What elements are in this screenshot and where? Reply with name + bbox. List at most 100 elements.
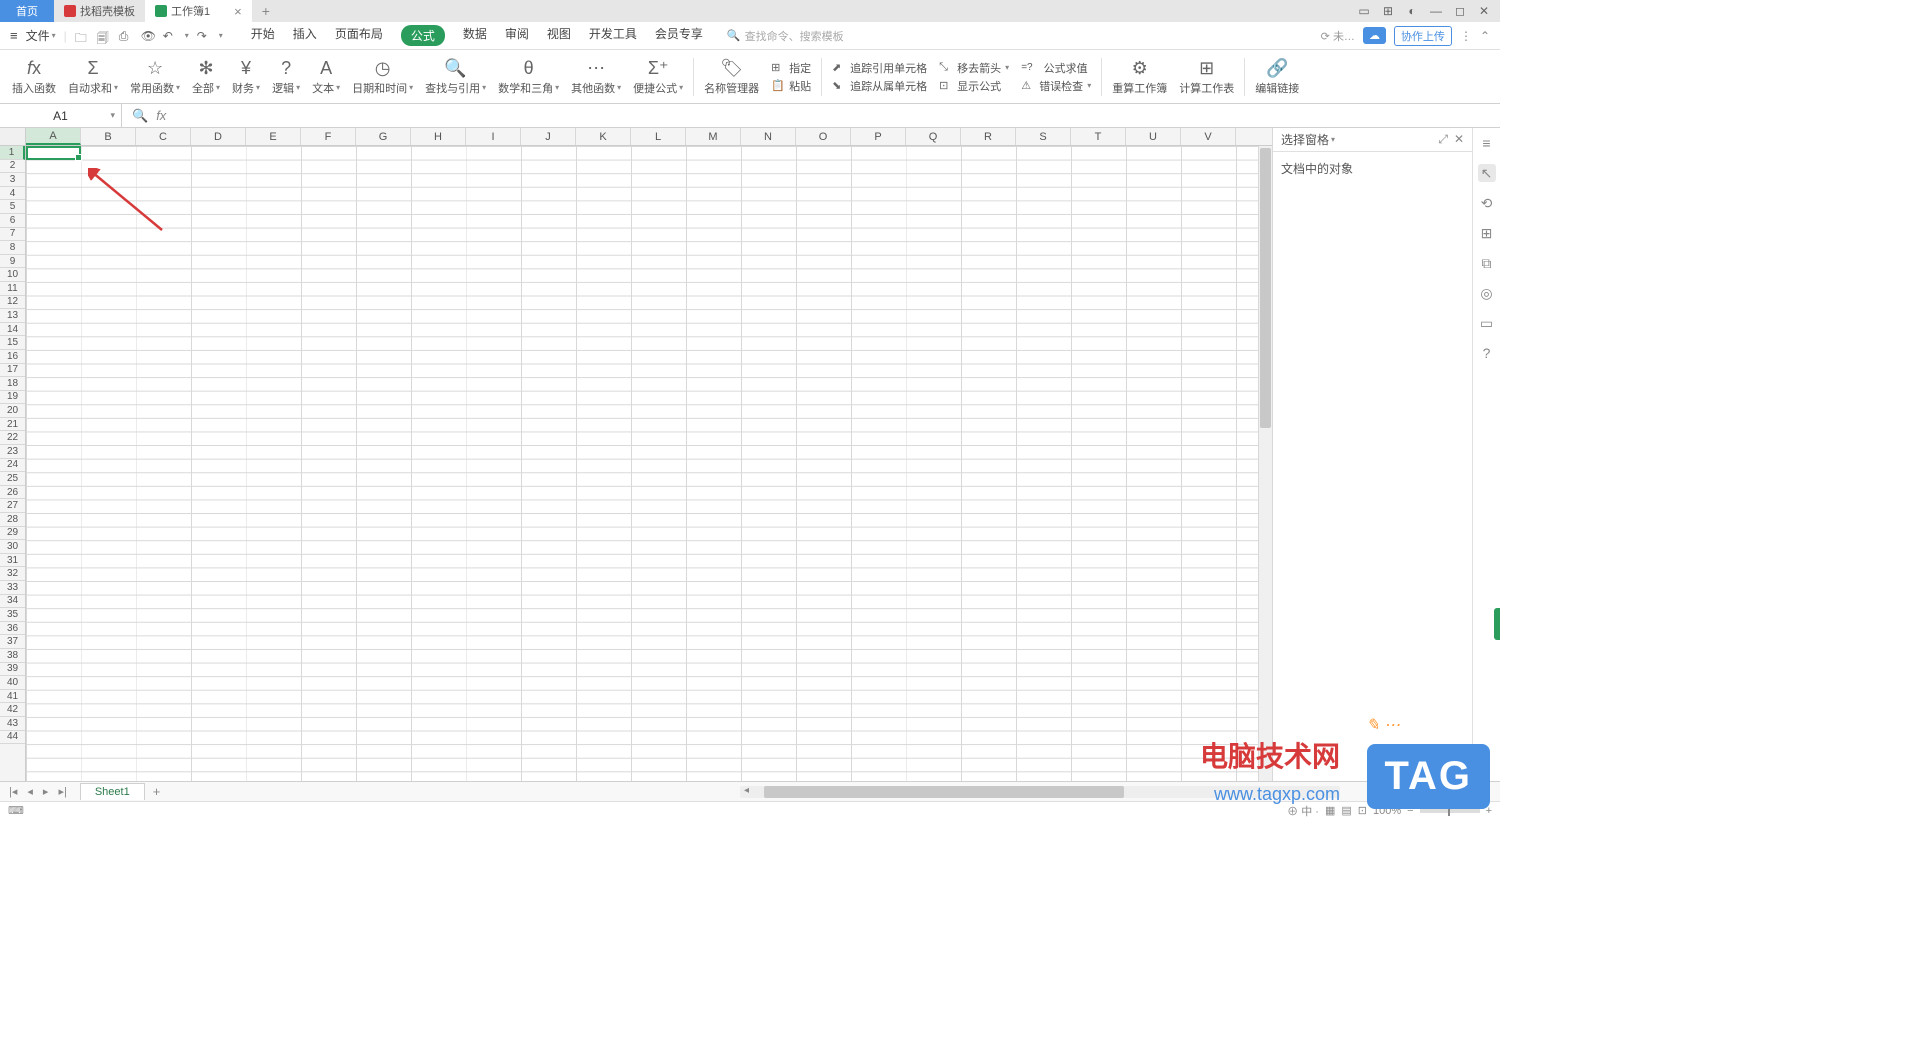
upload-button[interactable]: 协作上传 <box>1394 26 1452 46</box>
maximize-icon[interactable]: ◻ <box>1452 3 1468 19</box>
active-cell[interactable] <box>26 146 81 160</box>
row-header-33[interactable]: 33 <box>0 581 25 595</box>
row-header-2[interactable]: 2 <box>0 160 25 174</box>
quick-formula-button[interactable]: Σ⁺ 便捷公式▾ <box>627 50 689 103</box>
menu-icon[interactable]: ≡ <box>10 28 18 43</box>
row-header-10[interactable]: 10 <box>0 268 25 282</box>
math-fn-button[interactable]: θ 数学和三角▾ <box>492 50 565 103</box>
paste-button[interactable]: 📋粘贴 <box>771 78 811 94</box>
strip-help-icon[interactable]: ? <box>1478 344 1496 362</box>
row-header-8[interactable]: 8 <box>0 241 25 255</box>
save-icon[interactable]: 🗀 <box>75 29 89 43</box>
designate-button[interactable]: ⊞指定 <box>771 60 811 76</box>
strip-settings-icon[interactable]: ⟲ <box>1478 194 1496 212</box>
recalc-book-button[interactable]: ⚙ 重算工作簿 <box>1106 50 1173 103</box>
logic-fn-button[interactable]: ? 逻辑▾ <box>266 50 306 103</box>
row-header-11[interactable]: 11 <box>0 282 25 296</box>
col-header-G[interactable]: G <box>356 128 411 145</box>
file-menu[interactable]: 文件 ▾ <box>26 27 56 44</box>
row-header-13[interactable]: 13 <box>0 309 25 323</box>
row-header-27[interactable]: 27 <box>0 499 25 513</box>
close-pane-icon[interactable]: ✕ <box>1454 132 1464 147</box>
col-header-N[interactable]: N <box>741 128 796 145</box>
row-header-22[interactable]: 22 <box>0 431 25 445</box>
row-header-23[interactable]: 23 <box>0 445 25 459</box>
hscroll-thumb[interactable] <box>764 786 1124 798</box>
sheet-nav-last[interactable]: ▸| <box>55 785 69 798</box>
calc-sheet-button[interactable]: ⊞ 计算工作表 <box>1173 50 1240 103</box>
undo-icon[interactable]: ↶ <box>163 29 177 43</box>
row-header-31[interactable]: 31 <box>0 554 25 568</box>
row-header-40[interactable]: 40 <box>0 676 25 690</box>
select-all-corner[interactable] <box>0 128 26 145</box>
minimize-icon[interactable]: — <box>1428 3 1444 19</box>
tab-insert[interactable]: 插入 <box>293 25 317 46</box>
command-search[interactable]: 🔍 查找命令、搜索模板 <box>727 28 844 44</box>
zoom-slider[interactable] <box>1420 809 1480 813</box>
row-header-18[interactable]: 18 <box>0 377 25 391</box>
col-header-L[interactable]: L <box>631 128 686 145</box>
col-header-I[interactable]: I <box>466 128 521 145</box>
cells-grid[interactable] <box>26 146 1258 781</box>
pin-icon[interactable]: ⤢ <box>1438 132 1448 147</box>
formula-input[interactable] <box>174 109 1490 123</box>
layout-icon[interactable]: ▭ <box>1356 3 1372 19</box>
remove-arrows-button[interactable]: ⤡移去箭头▾ <box>939 60 1009 76</box>
row-header-16[interactable]: 16 <box>0 350 25 364</box>
tab-start[interactable]: 开始 <box>251 25 275 46</box>
row-header-25[interactable]: 25 <box>0 472 25 486</box>
col-header-A[interactable]: A <box>26 128 81 145</box>
error-check-button[interactable]: ⚠错误检查▾ <box>1021 78 1091 94</box>
save-as-icon[interactable]: 🗐 <box>97 29 111 43</box>
tab-review[interactable]: 审阅 <box>505 25 529 46</box>
row-header-39[interactable]: 39 <box>0 663 25 677</box>
row-header-41[interactable]: 41 <box>0 690 25 704</box>
tab-template[interactable]: 找稻壳模板 <box>54 0 145 22</box>
col-header-F[interactable]: F <box>301 128 356 145</box>
row-header-20[interactable]: 20 <box>0 404 25 418</box>
sheet-nav-prev[interactable]: ◂ <box>24 785 36 798</box>
sheet-tab-1[interactable]: Sheet1 <box>80 783 145 800</box>
row-header-21[interactable]: 21 <box>0 418 25 432</box>
finance-fn-button[interactable]: ¥ 财务▾ <box>226 50 266 103</box>
preview-icon[interactable]: 👁 <box>141 29 155 43</box>
row-header-12[interactable]: 12 <box>0 296 25 310</box>
tab-close-icon[interactable]: × <box>234 4 242 19</box>
tab-formula[interactable]: 公式 <box>401 25 445 46</box>
common-fn-button[interactable]: ☆ 常用函数▾ <box>124 50 186 103</box>
row-header-4[interactable]: 4 <box>0 187 25 201</box>
formula-search-icon[interactable]: 🔍 <box>132 108 148 124</box>
row-header-15[interactable]: 15 <box>0 336 25 350</box>
tab-add-button[interactable]: + <box>252 3 280 19</box>
col-header-C[interactable]: C <box>136 128 191 145</box>
name-box[interactable]: A1 ▾ <box>0 104 122 127</box>
strip-pointer-icon[interactable]: ↖ <box>1478 164 1496 182</box>
name-manager-button[interactable]: 🏷 名称管理器 <box>698 50 765 103</box>
row-header-36[interactable]: 36 <box>0 622 25 636</box>
sync-status[interactable]: ⟳ 未… <box>1321 28 1355 44</box>
status-view-break[interactable]: ⊡ <box>1358 804 1367 817</box>
col-header-E[interactable]: E <box>246 128 301 145</box>
row-header-32[interactable]: 32 <box>0 567 25 581</box>
close-window-icon[interactable]: ✕ <box>1476 3 1492 19</box>
tab-member[interactable]: 会员专享 <box>655 25 703 46</box>
cloud-button[interactable]: ☁ <box>1363 27 1386 44</box>
all-fn-button[interactable]: ✻ 全部▾ <box>186 50 226 103</box>
row-header-19[interactable]: 19 <box>0 391 25 405</box>
grid-icon[interactable]: ⊞ <box>1380 3 1396 19</box>
row-header-14[interactable]: 14 <box>0 323 25 337</box>
col-header-K[interactable]: K <box>576 128 631 145</box>
row-header-6[interactable]: 6 <box>0 214 25 228</box>
strip-bars-icon[interactable]: ≡ <box>1478 134 1496 152</box>
tab-dev[interactable]: 开发工具 <box>589 25 637 46</box>
col-header-T[interactable]: T <box>1071 128 1126 145</box>
row-header-26[interactable]: 26 <box>0 486 25 500</box>
collapse-ribbon-icon[interactable]: ⌃ <box>1480 29 1490 43</box>
add-sheet-button[interactable]: + <box>145 784 169 799</box>
row-header-35[interactable]: 35 <box>0 608 25 622</box>
tab-home[interactable]: 首页 <box>0 0 54 22</box>
col-header-M[interactable]: M <box>686 128 741 145</box>
sheet-nav-next[interactable]: ▸ <box>40 785 52 798</box>
col-header-J[interactable]: J <box>521 128 576 145</box>
status-view-page[interactable]: ▤ <box>1341 804 1351 817</box>
